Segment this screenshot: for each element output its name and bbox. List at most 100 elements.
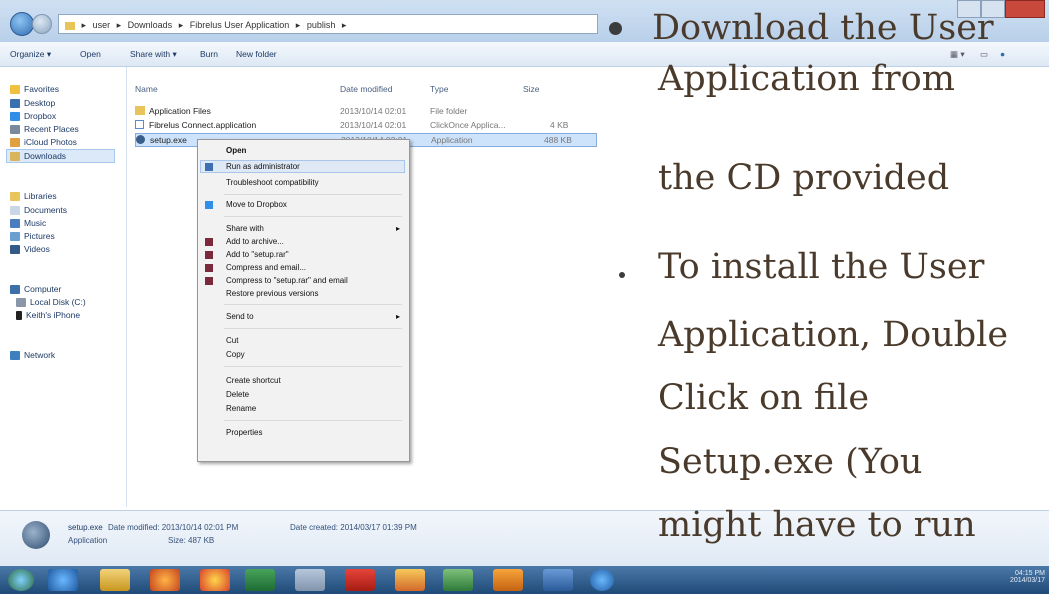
file-row[interactable]: Application Files 2013/10/14 02:01 File … bbox=[135, 105, 595, 117]
menu-item-move-to-dropbox[interactable]: Move to Dropbox bbox=[205, 200, 287, 209]
share-with-button[interactable]: Share with ▾ bbox=[130, 49, 177, 60]
explorer-icon[interactable] bbox=[100, 569, 130, 591]
menu-item-run-as-admin[interactable]: Run as administrator bbox=[205, 162, 300, 171]
winrar-icon bbox=[205, 277, 213, 285]
menu-item-delete[interactable]: Delete bbox=[226, 390, 249, 399]
clock-time[interactable]: 04:15 PM bbox=[1010, 570, 1045, 577]
menu-item-restore-versions[interactable]: Restore previous versions bbox=[226, 289, 318, 298]
details-date-created: Date created: 2014/03/17 01:39 PM bbox=[290, 523, 417, 532]
col-name[interactable]: Name bbox=[135, 84, 158, 94]
nav-pictures[interactable]: Pictures bbox=[10, 230, 55, 242]
nav-local-disk[interactable]: Local Disk (C:) bbox=[16, 296, 86, 308]
excel-icon[interactable] bbox=[245, 569, 275, 591]
menu-item-share-with[interactable]: Share with ▸ bbox=[226, 224, 400, 233]
clock-date[interactable]: 2014/03/17 bbox=[1010, 577, 1045, 584]
breadcrumb-user[interactable]: user bbox=[93, 20, 111, 30]
file-row[interactable]: Fibrelus Connect.application 2013/10/14 … bbox=[135, 119, 595, 131]
menu-item-open[interactable]: Open bbox=[226, 146, 246, 155]
back-button[interactable] bbox=[10, 12, 34, 36]
chrome-icon[interactable] bbox=[200, 569, 230, 591]
open-button[interactable]: Open bbox=[80, 49, 101, 59]
menu-item-copy[interactable]: Copy bbox=[226, 350, 245, 359]
navigation-pane: Favorites Desktop Dropbox Recent Places … bbox=[0, 67, 127, 507]
bullet-dot bbox=[619, 272, 625, 278]
ie-icon[interactable] bbox=[48, 569, 78, 591]
application-file-icon bbox=[135, 120, 144, 129]
submenu-arrow-icon: ▸ bbox=[396, 224, 401, 233]
column-headers: Name Date modified Type Size bbox=[135, 84, 595, 96]
menu-separator bbox=[224, 194, 402, 195]
vlc-icon[interactable] bbox=[493, 569, 523, 591]
menu-item-properties[interactable]: Properties bbox=[226, 428, 262, 437]
app-green-icon[interactable] bbox=[443, 569, 473, 591]
nav-dropbox[interactable]: Dropbox bbox=[10, 110, 56, 122]
pictures-icon bbox=[10, 232, 20, 242]
setup-exe-icon bbox=[136, 135, 145, 144]
burn-button[interactable]: Burn bbox=[200, 49, 218, 59]
taskbar: 04:15 PM 2014/03/17 bbox=[0, 566, 1049, 594]
nav-music[interactable]: Music bbox=[10, 217, 46, 229]
bullet-dot bbox=[609, 22, 622, 35]
menu-separator bbox=[224, 304, 402, 305]
menu-item-add-to-setup-rar[interactable]: Add to "setup.rar" bbox=[205, 250, 289, 259]
menu-item-add-to-archive[interactable]: Add to archive... bbox=[205, 237, 284, 246]
nav-videos[interactable]: Videos bbox=[10, 243, 50, 255]
winrar-icon bbox=[205, 264, 213, 272]
context-menu: Open Run as administrator Troubleshoot c… bbox=[197, 139, 410, 462]
details-size: Size: 487 KB bbox=[168, 536, 215, 545]
shield-icon bbox=[205, 163, 213, 171]
col-date[interactable]: Date modified bbox=[340, 84, 392, 94]
nav-computer[interactable]: Computer bbox=[10, 283, 61, 295]
forward-button[interactable] bbox=[32, 14, 52, 34]
new-folder-button[interactable]: New folder bbox=[236, 49, 277, 59]
icloud-photos-icon bbox=[10, 138, 20, 148]
col-size[interactable]: Size bbox=[523, 84, 540, 94]
app-blue-icon[interactable] bbox=[590, 569, 614, 591]
slide-text-overlay: Download the User Application from the C… bbox=[600, 0, 1049, 566]
nav-libraries[interactable]: Libraries bbox=[10, 190, 57, 202]
menu-separator bbox=[224, 216, 402, 217]
winrar-icon bbox=[205, 238, 213, 246]
bullet2-line5: might have to run bbox=[658, 505, 976, 545]
menu-separator bbox=[224, 366, 402, 367]
nav-recent-places[interactable]: Recent Places bbox=[10, 123, 79, 135]
music-icon bbox=[10, 219, 20, 229]
address-bar[interactable]: ▸ user ▸ Downloads ▸ Fibrelus User Appli… bbox=[58, 14, 598, 34]
breadcrumb-publish[interactable]: publish bbox=[307, 20, 336, 30]
details-kind: Application bbox=[68, 536, 108, 545]
downloads-icon bbox=[10, 152, 20, 162]
col-type[interactable]: Type bbox=[430, 84, 448, 94]
menu-item-cut[interactable]: Cut bbox=[226, 336, 238, 345]
nav-downloads[interactable]: Downloads bbox=[6, 149, 115, 163]
bullet2-line1: To install the User bbox=[658, 247, 985, 287]
menu-item-send-to[interactable]: Send to ▸ bbox=[226, 312, 400, 321]
network-icon bbox=[10, 351, 20, 361]
paint-icon[interactable] bbox=[395, 569, 425, 591]
submenu-arrow-icon: ▸ bbox=[396, 312, 401, 321]
menu-item-create-shortcut[interactable]: Create shortcut bbox=[226, 376, 281, 385]
nav-icloud-photos[interactable]: iCloud Photos bbox=[10, 136, 77, 148]
nav-documents[interactable]: Documents bbox=[10, 204, 67, 216]
disk-icon bbox=[16, 298, 26, 308]
menu-item-troubleshoot[interactable]: Troubleshoot compatibility bbox=[226, 178, 319, 187]
menu-item-rename[interactable]: Rename bbox=[226, 404, 256, 413]
system-tray: 04:15 PM 2014/03/17 bbox=[1010, 570, 1045, 584]
firefox-icon[interactable] bbox=[150, 569, 180, 591]
menu-item-compress-email[interactable]: Compress and email... bbox=[205, 263, 306, 272]
start-button[interactable] bbox=[8, 569, 34, 591]
acrobat-icon[interactable] bbox=[345, 569, 375, 591]
menu-separator bbox=[224, 420, 402, 421]
outlook-icon[interactable] bbox=[543, 569, 573, 591]
organize-button[interactable]: Organize ▾ bbox=[10, 49, 51, 60]
setup-exe-large-icon bbox=[22, 521, 50, 549]
window-thumbnail-icon[interactable] bbox=[295, 569, 325, 591]
nav-desktop[interactable]: Desktop bbox=[10, 97, 55, 109]
nav-favorites[interactable]: Favorites bbox=[10, 83, 59, 95]
nav-iphone[interactable]: Keith's iPhone bbox=[16, 309, 80, 321]
menu-item-compress-rar-email[interactable]: Compress to "setup.rar" and email bbox=[205, 276, 348, 285]
nav-network[interactable]: Network bbox=[10, 349, 55, 361]
breadcrumb-downloads[interactable]: Downloads bbox=[128, 20, 173, 30]
bullet1-line1: Download the User bbox=[652, 8, 994, 48]
folder-icon bbox=[65, 21, 75, 30]
breadcrumb-app[interactable]: Fibrelus User Application bbox=[190, 20, 290, 30]
